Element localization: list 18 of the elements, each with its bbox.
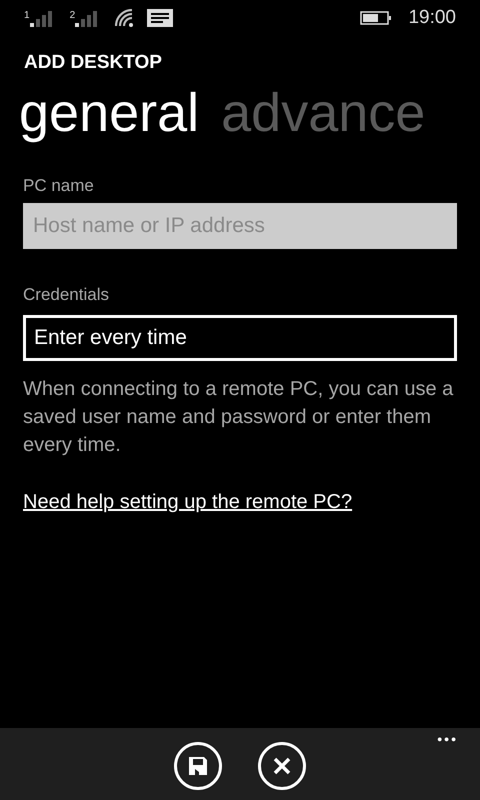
wifi-icon [115,9,136,27]
message-icon [147,9,174,27]
field-label: PC name [23,174,94,197]
description-text: When connecting to a remote PC, you can use a saved user name and password or enter them every time. [23,376,454,458]
close-icon [272,756,292,776]
sim-number: 2 [70,11,76,21]
battery-icon [360,11,392,25]
more-button[interactable]: ••• [437,732,458,746]
pc-name-field[interactable]: Host name or IP address [23,203,457,250]
credentials-dropdown[interactable]: Enter every time [23,314,457,361]
help-link[interactable]: Need help setting up the remote PC? [23,486,352,517]
field-label: Credentials [23,284,109,306]
pivot-tab[interactable]: general [19,76,200,149]
clock: 19:00 [408,6,456,30]
sim-number: 1 [24,11,30,21]
save-button[interactable] [174,742,222,790]
cancel-button[interactable] [258,742,306,790]
app-title: ADD DESKTOP [24,51,162,75]
